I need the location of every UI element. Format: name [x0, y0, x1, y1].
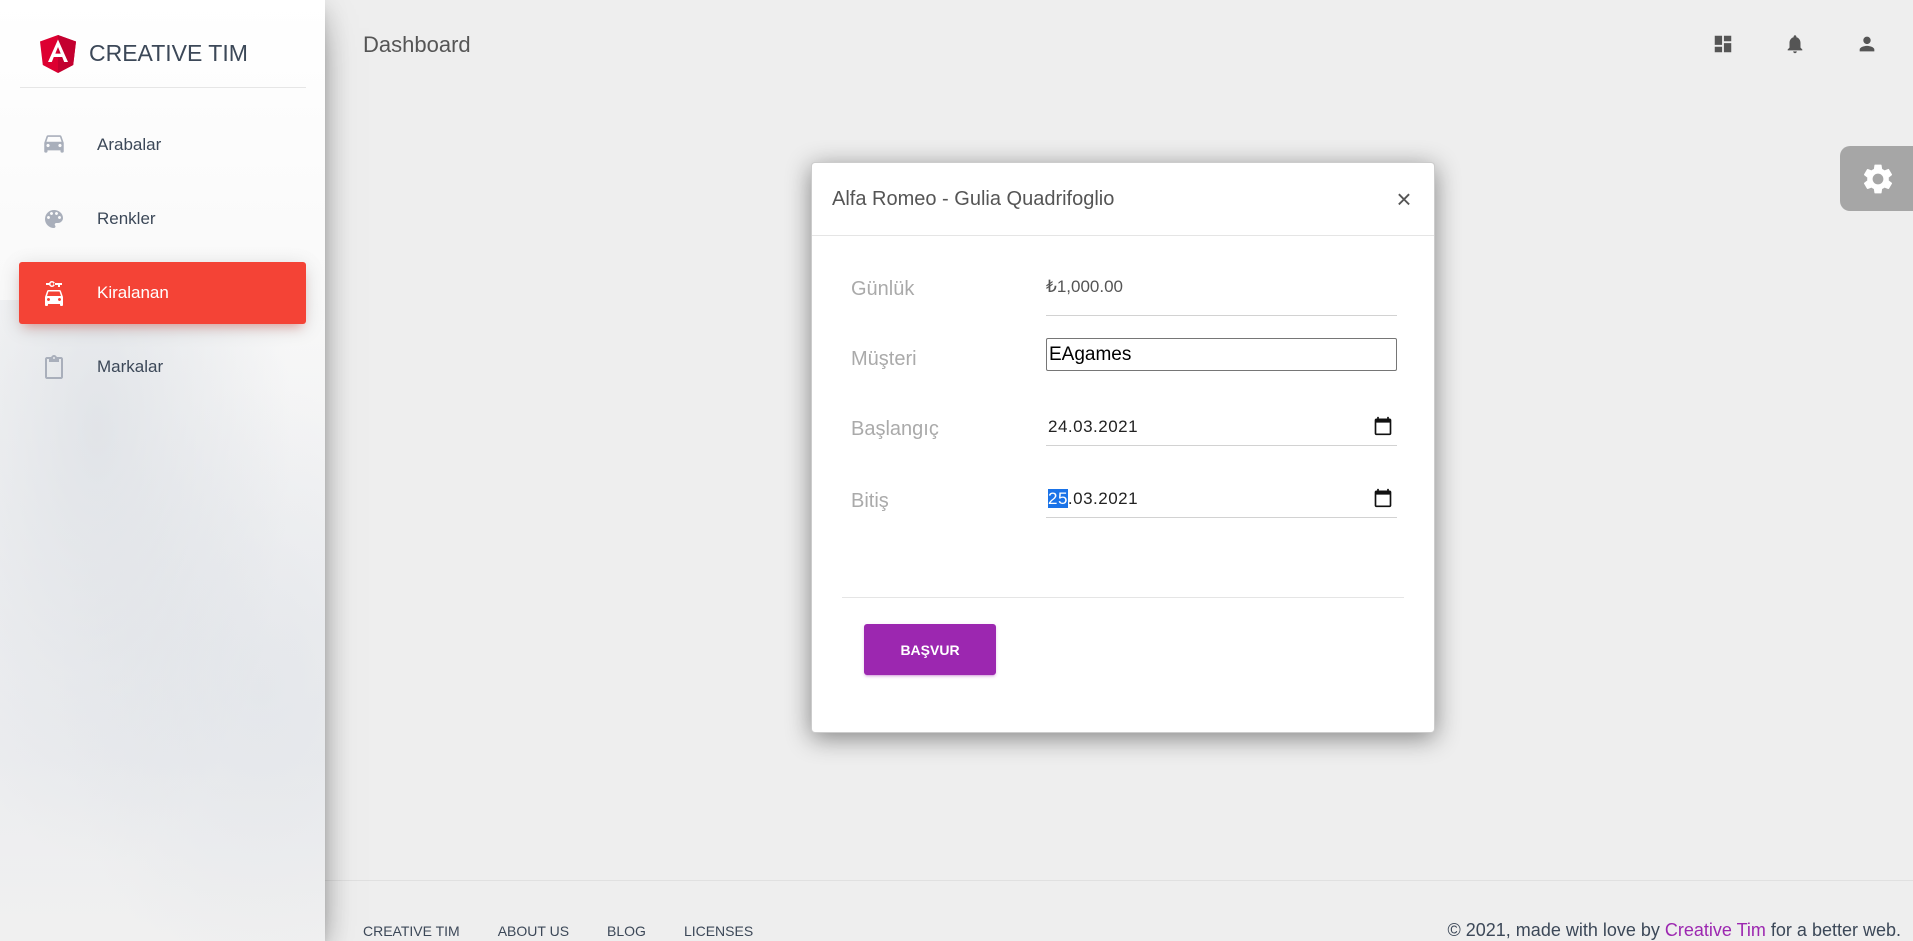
- field-underline: [1046, 315, 1397, 316]
- start-date-label: Başlangıç: [851, 418, 939, 440]
- sidebar-item-arabalar[interactable]: Arabalar: [19, 114, 306, 176]
- top-navbar: Dashboard: [325, 0, 1913, 90]
- field-underline: [1046, 445, 1397, 446]
- end-date-row: Bitiş 25.03.2021: [851, 479, 1397, 531]
- end-date-rest: .03.2021: [1067, 489, 1139, 508]
- copyright-prefix: © 2021, made with love by: [1447, 920, 1665, 940]
- customer-label: Müşteri: [851, 348, 917, 370]
- sidebar-nav: Arabalar Renkler Kiralanan Markalar: [19, 114, 306, 410]
- selected-day-segment: 25: [1048, 489, 1068, 508]
- customer-row: Müşteri: [851, 338, 1397, 390]
- page-title: Dashboard: [363, 32, 471, 57]
- bell-icon[interactable]: [1781, 30, 1809, 58]
- sidebar-item-kiralanan[interactable]: Kiralanan: [19, 262, 306, 324]
- angular-logo-icon: [40, 34, 76, 73]
- sidebar-item-renkler[interactable]: Renkler: [19, 188, 306, 250]
- start-date-value: 24.03.2021: [1048, 417, 1139, 436]
- footer-link-licenses[interactable]: LICENSES: [684, 923, 753, 939]
- person-icon[interactable]: [1853, 30, 1881, 58]
- close-icon[interactable]: ×: [1392, 186, 1416, 212]
- footer-links: CREATIVE TIM ABOUT US BLOG LICENSES: [363, 923, 791, 939]
- start-date-input[interactable]: 24.03.2021: [1046, 407, 1397, 459]
- brand-logo[interactable]: CREATIVE TIM: [20, 20, 306, 88]
- footer-link-about-us[interactable]: ABOUT US: [498, 923, 569, 939]
- calendar-icon[interactable]: [1373, 416, 1393, 436]
- end-date-label: Bitiş: [851, 490, 889, 512]
- sidebar-item-markalar[interactable]: Markalar: [19, 336, 306, 398]
- copyright-suffix: for a better web.: [1765, 920, 1901, 940]
- brand-name: CREATIVE TIM: [89, 40, 248, 66]
- submit-button[interactable]: BAŞVUR: [864, 624, 996, 675]
- copyright-brand-link[interactable]: Creative Tim: [1665, 920, 1766, 940]
- end-date-value: 25.03.2021: [1048, 489, 1138, 509]
- field-underline: [1046, 517, 1397, 518]
- sidebar: CREATIVE TIM Arabalar Renkler Kiralanan …: [0, 0, 325, 941]
- customer-input[interactable]: [1046, 338, 1397, 371]
- start-date-row: Başlangıç 24.03.2021: [851, 407, 1397, 459]
- footer-link-blog[interactable]: BLOG: [607, 923, 646, 939]
- sidebar-item-label: Kiralanan: [97, 283, 169, 302]
- daily-price-row: Günlük ₺1,000.00: [851, 265, 1397, 317]
- modal-title: Alfa Romeo - Gulia Quadrifoglio: [832, 187, 1115, 210]
- footer-link-creative-tim[interactable]: CREATIVE TIM: [363, 923, 460, 939]
- sidebar-item-label: Arabalar: [97, 135, 162, 154]
- daily-price-value: ₺1,000.00: [1046, 277, 1123, 296]
- modal-divider: [842, 597, 1404, 598]
- copyright: © 2021, made with love by Creative Tim f…: [1448, 920, 1902, 941]
- car-rental-icon: [41, 280, 67, 306]
- modal-header: Alfa Romeo - Gulia Quadrifoglio ×: [812, 163, 1434, 236]
- palette-icon: [41, 206, 67, 232]
- navbar-icons: [1709, 30, 1881, 58]
- sidebar-item-label: Markalar: [97, 357, 164, 376]
- daily-price-field: ₺1,000.00: [1046, 265, 1397, 317]
- clipboard-icon: [41, 354, 67, 380]
- dashboard-icon[interactable]: [1709, 30, 1737, 58]
- sidebar-item-label: Renkler: [97, 209, 156, 228]
- end-date-input[interactable]: 25.03.2021: [1046, 479, 1397, 531]
- footer: CREATIVE TIM ABOUT US BLOG LICENSES © 20…: [325, 880, 1913, 941]
- settings-plugin-toggle[interactable]: [1840, 146, 1913, 211]
- car-icon: [41, 132, 67, 158]
- rental-modal: Alfa Romeo - Gulia Quadrifoglio × Günlük…: [811, 162, 1435, 733]
- daily-price-label: Günlük: [851, 278, 915, 300]
- customer-field: [1046, 338, 1397, 372]
- calendar-icon[interactable]: [1373, 488, 1393, 508]
- gear-icon: [1863, 164, 1893, 193]
